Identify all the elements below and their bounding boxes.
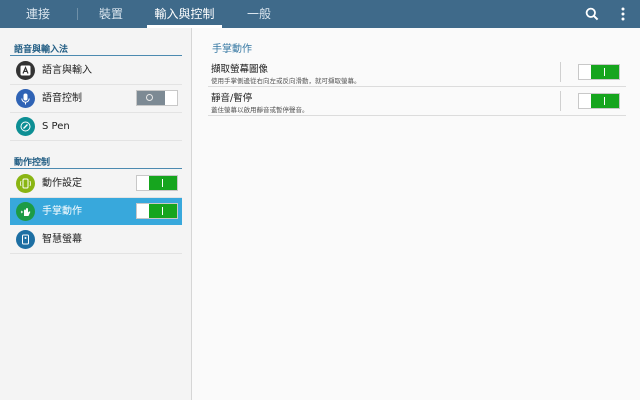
setting-subtitle: 使用手掌側邊從右向左或反向滑動，就可擷取螢幕。 [211,77,361,85]
sidebar-item-label: 語音控制 [42,93,82,104]
content-panel: 手掌動作 擷取螢幕圖像 使用手掌側邊從右向左或反向滑動，就可擷取螢幕。 靜音/暫… [192,28,640,400]
sidebar-item-label: 手掌動作 [42,206,82,217]
page-title: 手掌動作 [212,44,252,55]
sidebar-item-s-pen[interactable]: S Pen [10,113,182,141]
keyboard-a-icon [16,61,35,80]
sidebar-item-voice-control[interactable]: 語音控制 [10,85,182,113]
top-tab-bar: 連接 裝置 輸入與控制 一般 [0,0,640,28]
toggle-knob-on [591,94,619,108]
setting-row-mute-pause[interactable]: 靜音/暫停 蓋住螢幕以啟用靜音或暫停聲音。 [208,87,626,116]
section-divider [10,55,182,56]
tab-input-control[interactable]: 輸入與控制 [147,0,222,28]
sidebar-item-language-input[interactable]: 語言與輸入 [10,57,182,85]
section-divider [10,168,182,169]
section-header-voice-input: 語音與輸入法 [14,45,69,55]
motion-toggle[interactable] [136,175,178,191]
tab-separator [77,8,78,20]
setting-title: 靜音/暫停 [211,93,253,104]
microphone-icon [16,89,35,108]
capture-screen-toggle[interactable] [578,64,620,80]
toggle-knob-on [149,204,177,218]
row-divider [560,62,561,82]
toggle-knob-on [591,65,619,79]
row-divider [560,91,561,111]
more-vert-icon[interactable] [616,0,630,28]
toggle-knob-off [137,91,165,105]
section-header-motion-control: 動作控制 [14,158,51,168]
smart-screen-icon [16,230,35,249]
palm-icon [16,202,35,221]
search-icon[interactable] [582,0,602,28]
sidebar-item-smart-screen[interactable]: 智慧螢幕 [10,226,182,254]
mute-pause-toggle[interactable] [578,93,620,109]
sidebar-item-label: 智慧螢幕 [42,234,82,245]
sidebar-item-palm-motion[interactable]: 手掌動作 [10,198,182,225]
motion-icon [16,174,35,193]
setting-title: 擷取螢幕圖像 [211,64,269,75]
setting-subtitle: 蓋住螢幕以啟用靜音或暫停聲音。 [211,106,309,114]
tab-device[interactable]: 裝置 [80,0,142,28]
voice-control-toggle[interactable] [136,90,178,106]
setting-row-capture-screen[interactable]: 擷取螢幕圖像 使用手掌側邊從右向左或反向滑動，就可擷取螢幕。 [208,58,626,87]
sidebar-item-label: S Pen [42,121,70,132]
sidebar-item-label: 動作設定 [42,178,82,189]
palm-motion-toggle[interactable] [136,203,178,219]
tab-general[interactable]: 一般 [228,0,290,28]
sidebar-item-motion[interactable]: 動作設定 [10,170,182,198]
sidebar-item-label: 語言與輸入 [42,65,92,76]
toggle-knob-on [149,176,177,190]
tab-connections[interactable]: 連接 [8,0,68,28]
sidebar: 語音與輸入法 語言與輸入 語音控制 S Pen 動作控制 動作設定 手掌動作 智… [0,28,192,400]
pen-icon [16,117,35,136]
